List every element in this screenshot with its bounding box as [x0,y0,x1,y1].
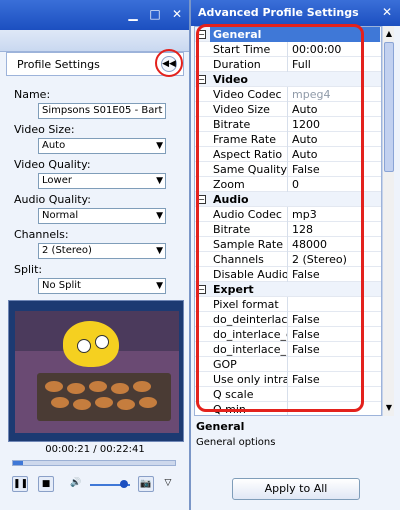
chevron-down-icon: ▼ [156,141,163,151]
channels-label: Channels: [14,228,69,241]
scroll-up-icon[interactable]: ▲ [384,28,394,40]
video-frame-image [15,311,179,433]
video-size-value: Auto [42,140,66,151]
volume-knob[interactable] [120,480,128,488]
help-title: General [196,420,245,433]
profile-settings-label: Profile Settings [17,58,100,71]
playback-controls: ❚❚ ■ 🔊 📷 ▽ [8,474,182,496]
chevron-down-icon: ▼ [156,176,163,186]
pause-icon[interactable]: ❚❚ [12,476,28,492]
profile-panel: ▁ □ ✕ Profile Settings ◀◀ Name: Simpsons… [0,0,190,510]
split-label: Split: [14,263,43,276]
close-icon[interactable]: ✕ [170,7,184,21]
minimize-icon[interactable]: ▁ [126,7,140,21]
audio-quality-select[interactable]: Normal ▼ [38,208,166,224]
right-titlebar: Advanced Profile Settings ✕ [191,0,400,26]
name-field[interactable]: Simpsons S01E05 - Bart the General [38,103,166,119]
split-value: No Split [42,280,81,291]
profile-settings-header: Profile Settings ◀◀ [6,49,184,77]
scroll-thumb[interactable] [384,42,394,172]
split-select[interactable]: No Split ▼ [38,278,166,294]
chevron-down-icon: ▼ [156,211,163,221]
profile-form: Name: Simpsons S01E05 - Bart the General… [14,88,180,298]
collapse-left-icon[interactable]: ◀◀ [161,56,177,72]
panel-title: Advanced Profile Settings [198,6,359,19]
video-quality-value: Lower [42,175,72,186]
snapshot-icon[interactable]: 📷 [138,476,154,492]
scroll-down-icon[interactable]: ▼ [384,402,394,414]
audio-quality-label: Audio Quality: [14,193,91,206]
seek-bar[interactable] [12,460,176,466]
video-quality-select[interactable]: Lower ▼ [38,173,166,189]
left-toolbar [0,30,189,52]
channels-value: 2 (Stereo) [42,245,92,256]
maximize-icon[interactable]: □ [148,7,162,21]
volume-icon[interactable]: 🔊 [68,476,84,492]
stop-icon[interactable]: ■ [38,476,54,492]
channels-select[interactable]: 2 (Stereo) ▼ [38,243,166,259]
time-display: 00:00:21 / 00:22:41 [45,444,145,455]
chevron-down-icon[interactable]: ▽ [160,476,176,492]
video-size-label: Video Size: [14,123,75,136]
audio-quality-value: Normal [42,210,79,221]
video-preview[interactable] [8,300,184,442]
highlight-frame [196,24,364,412]
video-size-select[interactable]: Auto ▼ [38,138,166,154]
name-label: Name: [14,88,51,101]
chevron-down-icon: ▼ [156,246,163,256]
apply-to-all-button[interactable]: Apply to All [232,478,360,500]
help-pane: General General options [196,420,394,472]
close-icon[interactable]: ✕ [382,5,392,19]
help-text: General options [196,437,276,448]
seek-fill [13,461,23,465]
left-titlebar: ▁ □ ✕ [0,0,189,30]
chevron-down-icon: ▼ [156,281,163,291]
grid-scrollbar[interactable]: ▲ ▼ [382,26,394,416]
video-quality-label: Video Quality: [14,158,91,171]
